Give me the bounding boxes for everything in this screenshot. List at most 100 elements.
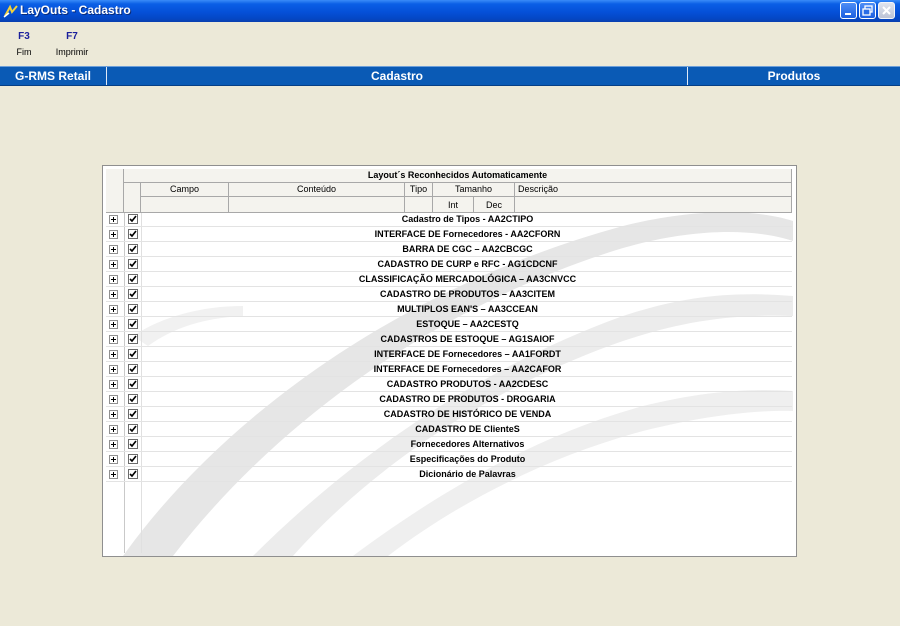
table-row[interactable]: CADASTRO DE PRODUTOS - DROGARIA	[106, 392, 792, 407]
expand-plus-icon[interactable]	[109, 290, 118, 299]
row-checkbox[interactable]	[128, 424, 138, 434]
f3-fim-button[interactable]: F3 Fim	[4, 31, 44, 57]
col-campo[interactable]: Campo	[141, 183, 229, 197]
layout-name: Dicionário de Palavras	[419, 469, 516, 479]
grid-rows: Cadastro de Tipos - AA2CTIPO INTERFACE DE…	[106, 212, 792, 482]
table-row[interactable]: INTERFACE DE Fornecedores – AA2CAFOR	[106, 362, 792, 377]
row-checkbox[interactable]	[128, 469, 138, 479]
row-checkbox[interactable]	[128, 274, 138, 284]
checkmark-icon	[129, 365, 137, 373]
row-checkbox[interactable]	[128, 214, 138, 224]
row-checkbox[interactable]	[128, 259, 138, 269]
expand-plus-icon[interactable]	[109, 365, 118, 374]
col-int[interactable]: Int	[433, 197, 474, 213]
layout-name: Cadastro de Tipos - AA2CTIPO	[401, 214, 534, 224]
expand-plus-icon[interactable]	[109, 245, 118, 254]
expand-plus-icon[interactable]	[109, 425, 118, 434]
checkmark-icon	[129, 395, 137, 403]
expand-plus-icon[interactable]	[109, 305, 118, 314]
header-module-name: Cadastro	[370, 69, 423, 83]
table-row[interactable]: BARRA DE CGC – AA2CBCGC	[106, 242, 792, 257]
col-dec[interactable]: Dec	[474, 197, 515, 213]
app-icon	[3, 3, 19, 19]
row-checkbox[interactable]	[128, 289, 138, 299]
checkmark-icon	[129, 275, 137, 283]
table-row[interactable]: Fornecedores Alternativos	[106, 437, 792, 452]
expand-plus-icon[interactable]	[109, 320, 118, 329]
layout-name: INTERFACE DE Fornecedores – AA1FORDT	[374, 349, 561, 359]
layout-name: CADASTRO DE PRODUTOS - DROGARIA	[379, 394, 556, 404]
window-title: LayOuts - Cadastro	[20, 3, 131, 17]
row-checkbox[interactable]	[128, 319, 138, 329]
expand-plus-icon[interactable]	[109, 380, 118, 389]
f7-imprimir-button[interactable]: F7 Imprimir	[52, 31, 92, 57]
header-system-name: G-RMS Retail	[14, 69, 91, 83]
col-descricao[interactable]: Descrição	[515, 183, 792, 197]
table-row[interactable]: Dicionário de Palavras	[106, 467, 792, 482]
expand-plus-icon[interactable]	[109, 275, 118, 284]
expand-plus-icon[interactable]	[109, 215, 118, 224]
layout-name: CADASTRO DE ClienteS	[415, 424, 520, 434]
row-checkbox[interactable]	[128, 334, 138, 344]
layout-name: CADASTRO DE HISTÓRICO DE VENDA	[383, 409, 552, 419]
row-checkbox[interactable]	[128, 229, 138, 239]
row-checkbox[interactable]	[128, 349, 138, 359]
table-row[interactable]: CADASTROS DE ESTOQUE – AG1SAIOF	[106, 332, 792, 347]
row-checkbox[interactable]	[128, 379, 138, 389]
layout-name: INTERFACE DE Fornecedores – AA2CAFOR	[373, 364, 562, 374]
col-tipo[interactable]: Tipo	[405, 183, 433, 197]
expand-plus-icon[interactable]	[109, 260, 118, 269]
checkmark-icon	[129, 290, 137, 298]
subheader-blank	[229, 197, 405, 213]
subheader-blank	[515, 197, 792, 213]
layout-name: Especificações do Produto	[409, 454, 526, 464]
minimize-button[interactable]	[840, 2, 857, 19]
row-checkbox[interactable]	[128, 304, 138, 314]
layout-name: Fornecedores Alternativos	[410, 439, 525, 449]
layout-name: ESTOQUE – AA2CESTQ	[416, 319, 519, 329]
row-checkbox[interactable]	[128, 364, 138, 374]
row-checkbox[interactable]	[128, 394, 138, 404]
table-row[interactable]: INTERFACE DE Fornecedores - AA2CFORN	[106, 227, 792, 242]
row-checkbox[interactable]	[128, 454, 138, 464]
table-row[interactable]: CADASTRO DE PRODUTOS – AA3CITEM	[106, 287, 792, 302]
expand-plus-icon[interactable]	[109, 440, 118, 449]
layouts-grid[interactable]: Layout´s Reconhecidos Automaticamente Ca…	[102, 165, 797, 557]
grid-title: Layout´s Reconhecidos Automaticamente	[124, 169, 792, 183]
row-checkbox[interactable]	[128, 439, 138, 449]
checkmark-icon	[129, 350, 137, 358]
subheader-blank	[141, 197, 229, 213]
col-tamanho[interactable]: Tamanho	[433, 183, 515, 197]
table-row[interactable]: MULTIPLOS EAN'S – AA3CCEAN	[106, 302, 792, 317]
checkmark-icon	[129, 440, 137, 448]
window-titlebar[interactable]: LayOuts - Cadastro	[0, 0, 900, 22]
table-row[interactable]: CADASTRO DE ClienteS	[106, 422, 792, 437]
table-row[interactable]: CLASSIFICAÇÃO MERCADOLÓGICA – AA3CNVCC	[106, 272, 792, 287]
table-row[interactable]: ESTOQUE – AA2CESTQ	[106, 317, 792, 332]
table-row[interactable]: Cadastro de Tipos - AA2CTIPO	[106, 212, 792, 227]
table-row[interactable]: CADASTRO DE HISTÓRICO DE VENDA	[106, 407, 792, 422]
expand-plus-icon[interactable]	[109, 335, 118, 344]
table-row[interactable]: CADASTRO PRODUTOS - AA2CDESC	[106, 377, 792, 392]
expand-plus-icon[interactable]	[109, 395, 118, 404]
row-checkbox[interactable]	[128, 244, 138, 254]
expand-plus-icon[interactable]	[109, 470, 118, 479]
row-checkbox[interactable]	[128, 409, 138, 419]
maximize-icon	[862, 5, 873, 16]
table-row[interactable]: INTERFACE DE Fornecedores – AA1FORDT	[106, 347, 792, 362]
col-conteudo[interactable]: Conteúdo	[229, 183, 405, 197]
checkmark-icon	[129, 230, 137, 238]
minimize-icon	[845, 13, 851, 15]
close-button[interactable]	[878, 2, 895, 19]
checkmark-icon	[129, 215, 137, 223]
expand-plus-icon[interactable]	[109, 455, 118, 464]
checkmark-icon	[129, 335, 137, 343]
expand-plus-icon[interactable]	[109, 350, 118, 359]
expand-plus-icon[interactable]	[109, 410, 118, 419]
table-row[interactable]: CADASTRO DE CURP e RFC - AG1CDCNF	[106, 257, 792, 272]
expand-plus-icon[interactable]	[109, 230, 118, 239]
maximize-button[interactable]	[859, 2, 876, 19]
table-row[interactable]: Especificações do Produto	[106, 452, 792, 467]
header-section-name: Produtos	[767, 69, 821, 83]
layout-name: INTERFACE DE Fornecedores - AA2CFORN	[374, 229, 561, 239]
